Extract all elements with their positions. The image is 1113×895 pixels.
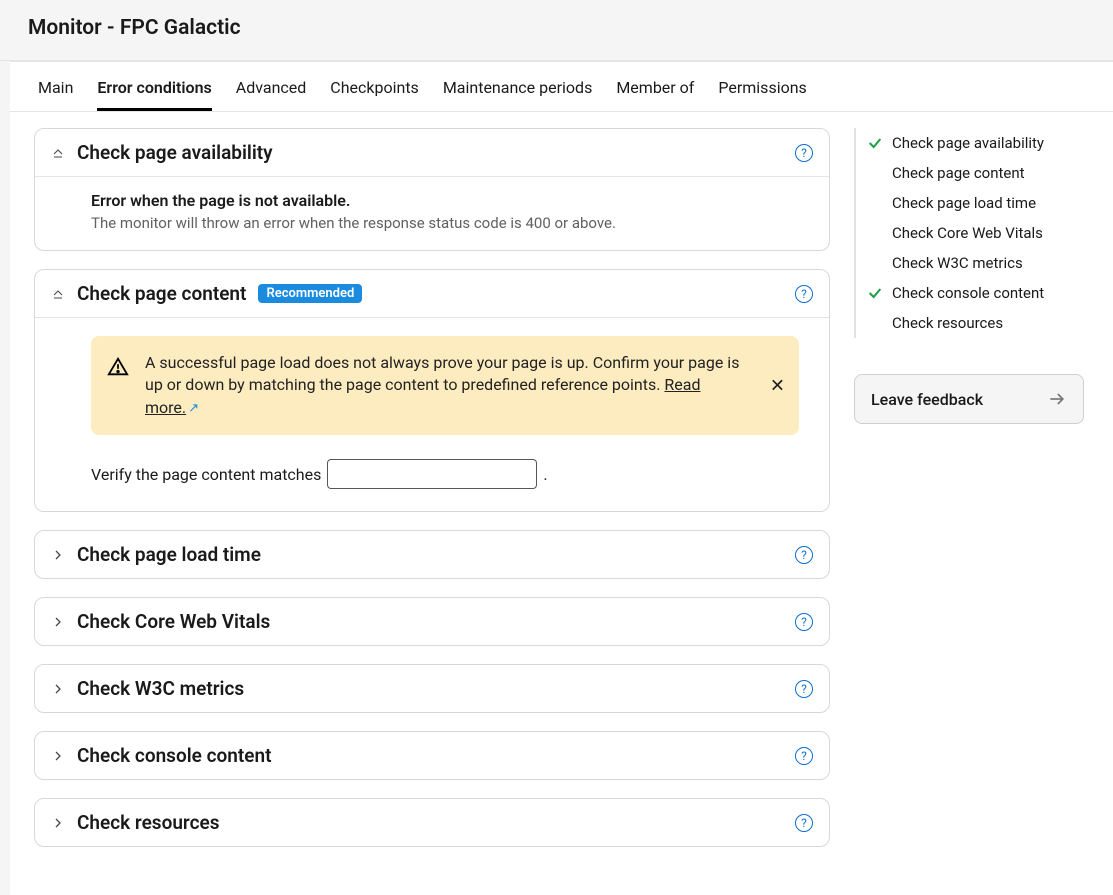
tab-member-of[interactable]: Member of: [616, 62, 694, 111]
help-icon[interactable]: ?: [795, 546, 813, 564]
alert-text: A successful page load does not always p…: [145, 352, 755, 419]
section-check-core-web-vitals: Check Core Web Vitals ?: [34, 597, 830, 646]
page-title: Monitor - FPC Galactic: [0, 0, 1113, 61]
section-title: Check W3C metrics: [77, 677, 244, 700]
chevron-right-icon: [51, 615, 65, 629]
section-header-content[interactable]: Check page content Recommended ?: [35, 270, 829, 317]
availability-error-title: Error when the page is not available.: [91, 191, 813, 210]
nav-item-label: Check console content: [892, 284, 1044, 302]
chevron-right-icon: [51, 682, 65, 696]
availability-error-desc: The monitor will throw an error when the…: [91, 214, 813, 232]
section-title: Check console content: [77, 744, 271, 767]
nav-item-resources[interactable]: Check resources: [856, 308, 1086, 338]
page-content-match-input[interactable]: [327, 459, 537, 489]
arrow-right-icon: [1047, 389, 1067, 409]
nav-item-console[interactable]: Check console content: [856, 278, 1086, 308]
warning-icon: [107, 356, 129, 419]
nav-item-label: Check Core Web Vitals: [892, 224, 1043, 242]
help-icon[interactable]: ?: [795, 747, 813, 765]
section-nav: Check page availability Check page conte…: [854, 128, 1086, 338]
leave-feedback-button[interactable]: Leave feedback: [854, 374, 1084, 424]
chevron-right-icon: [51, 548, 65, 562]
chevron-right-icon: [51, 749, 65, 763]
nav-item-label: Check page availability: [892, 134, 1044, 152]
section-title: Check page content: [77, 282, 246, 305]
close-icon[interactable]: ✕: [770, 375, 785, 396]
tab-permissions[interactable]: Permissions: [718, 62, 806, 111]
help-icon[interactable]: ?: [795, 814, 813, 832]
help-icon[interactable]: ?: [795, 144, 813, 162]
section-header-resources[interactable]: Check resources ?: [35, 799, 829, 846]
section-header-console[interactable]: Check console content ?: [35, 732, 829, 779]
section-header-cwv[interactable]: Check Core Web Vitals ?: [35, 598, 829, 645]
tab-maintenance-periods[interactable]: Maintenance periods: [443, 62, 593, 111]
recommended-badge: Recommended: [258, 284, 362, 303]
info-alert: A successful page load does not always p…: [91, 336, 799, 435]
section-check-page-content: Check page content Recommended ? A succe: [34, 269, 830, 512]
verify-label: Verify the page content matches: [91, 465, 321, 484]
chevron-right-icon: [51, 816, 65, 830]
section-check-page-availability: Check page availability ? Error when the…: [34, 128, 830, 251]
tab-checkpoints[interactable]: Checkpoints: [330, 62, 419, 111]
section-header-availability[interactable]: Check page availability ?: [35, 129, 829, 176]
nav-item-label: Check page content: [892, 164, 1025, 182]
nav-item-loadtime[interactable]: Check page load time: [856, 188, 1086, 218]
section-check-page-load-time: Check page load time ?: [34, 530, 830, 579]
tab-advanced[interactable]: Advanced: [236, 62, 307, 111]
help-icon[interactable]: ?: [795, 285, 813, 303]
nav-item-cwv[interactable]: Check Core Web Vitals: [856, 218, 1086, 248]
feedback-label: Leave feedback: [871, 390, 983, 409]
section-header-loadtime[interactable]: Check page load time ?: [35, 531, 829, 578]
section-title: Check Core Web Vitals: [77, 610, 270, 633]
collapse-icon: [51, 146, 65, 160]
help-icon[interactable]: ?: [795, 613, 813, 631]
section-check-resources: Check resources ?: [34, 798, 830, 847]
check-icon: [866, 135, 884, 151]
section-header-w3c[interactable]: Check W3C metrics ?: [35, 665, 829, 712]
verify-label-suffix: .: [543, 465, 547, 484]
nav-item-content[interactable]: Check page content: [856, 158, 1086, 188]
section-title: Check page load time: [77, 543, 261, 566]
nav-item-availability[interactable]: Check page availability: [856, 128, 1086, 158]
section-title: Check resources: [77, 811, 219, 834]
nav-item-label: Check W3C metrics: [892, 254, 1023, 272]
collapse-icon: [51, 287, 65, 301]
section-title: Check page availability: [77, 141, 273, 164]
tab-main[interactable]: Main: [38, 62, 73, 111]
help-icon[interactable]: ?: [795, 680, 813, 698]
tab-error-conditions[interactable]: Error conditions: [97, 62, 211, 111]
nav-item-label: Check resources: [892, 314, 1003, 332]
section-check-console-content: Check console content ?: [34, 731, 830, 780]
check-icon: [866, 285, 884, 301]
external-link-icon: ↗: [188, 401, 199, 416]
nav-item-w3c[interactable]: Check W3C metrics: [856, 248, 1086, 278]
nav-item-label: Check page load time: [892, 194, 1036, 212]
tab-bar: Main Error conditions Advanced Checkpoin…: [10, 62, 1113, 112]
section-check-w3c-metrics: Check W3C metrics ?: [34, 664, 830, 713]
